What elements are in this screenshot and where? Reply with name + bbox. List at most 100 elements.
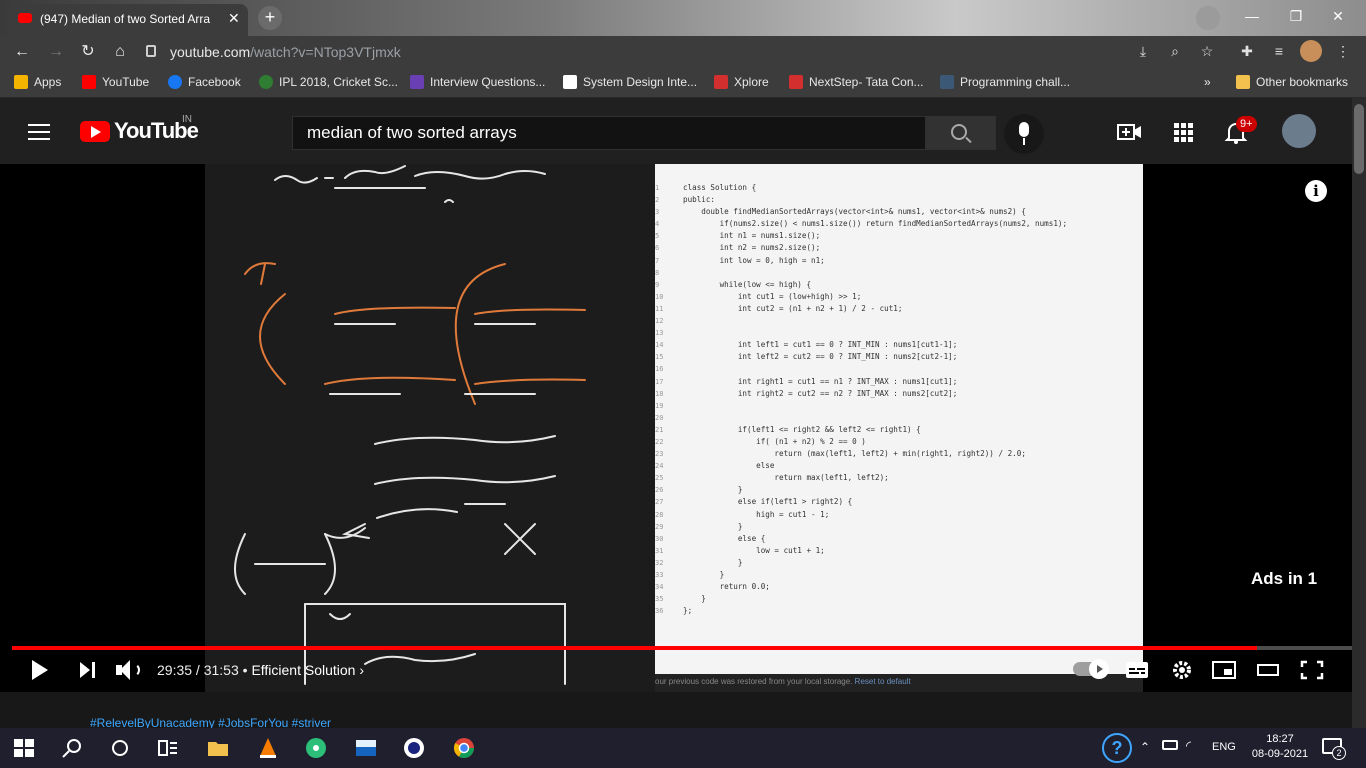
editor-code-line: int right1 = cut1 == n1 ? INT_MAX : nums… (683, 376, 958, 386)
cortana-icon[interactable] (108, 736, 132, 760)
chapter-chevron-icon[interactable]: › (359, 662, 364, 678)
help-icon[interactable]: ? (1102, 733, 1132, 763)
next-video-icon[interactable] (80, 662, 96, 678)
chapter-title[interactable]: Efficient Solution (251, 662, 355, 678)
editor-line-number: 12 (655, 317, 664, 326)
bookmark-system-design[interactable]: System Design Inte... (563, 75, 697, 89)
editor-line-number: 1 (655, 184, 660, 192)
editor-line-number: 20 (655, 413, 664, 422)
bookmark-star-icon[interactable]: ☆ (1196, 40, 1218, 62)
editor-line-number: 25 (655, 474, 664, 483)
miniplayer-icon[interactable] (1212, 660, 1236, 680)
tab-close-icon[interactable]: ✕ (228, 10, 240, 27)
voice-search-button[interactable] (1004, 114, 1044, 154)
autoplay-toggle[interactable] (1073, 659, 1109, 679)
youtube-header: YouTube IN median of two sorted arrays 9… (0, 98, 1366, 164)
tray-chevron-up-icon[interactable]: ⌃ (1140, 740, 1150, 754)
back-arrow-icon[interactable]: ← (10, 40, 34, 64)
reset-to-default-link[interactable]: Reset to default (855, 677, 911, 686)
browser-tab[interactable]: (947) Median of two Sorted Arra ✕ (8, 4, 248, 36)
profile-avatar-icon[interactable] (1300, 40, 1322, 62)
minimize-button[interactable]: — (1232, 2, 1272, 30)
bookmark-interview-questions[interactable]: Interview Questions... (410, 75, 545, 89)
restore-button[interactable]: ❐ (1276, 2, 1316, 30)
tcs-icon (789, 75, 803, 89)
editor-line-number: 13 (655, 329, 664, 338)
action-center-badge: 2 (1332, 746, 1346, 760)
editor-line-number: 7 (655, 256, 660, 265)
editor-line-number: 29 (655, 522, 664, 531)
search-input[interactable]: median of two sorted arrays (292, 116, 926, 150)
editor-line-number: 23 (655, 450, 664, 459)
wifi-icon[interactable]: ◜ (1186, 738, 1191, 754)
clock[interactable]: 18:27 08-09-2021 (1250, 732, 1310, 762)
editor-code-line: int low = 0, high = n1; (683, 255, 825, 265)
editor-code-line: while(low <= high) { (683, 279, 812, 289)
menu-kebab-icon[interactable]: ⋮ (1332, 40, 1354, 62)
bookmark-facebook[interactable]: Facebook (168, 75, 241, 89)
close-window-button[interactable]: ✕ (1318, 2, 1358, 30)
language-indicator[interactable]: ENG (1212, 741, 1236, 753)
editor-code-line (683, 315, 1143, 327)
chrome-icon[interactable] (452, 736, 476, 760)
editor-line-number: 10 (655, 292, 664, 301)
youtube-logo-icon[interactable] (80, 121, 110, 142)
zoom-icon[interactable]: ⌕ (1164, 40, 1186, 62)
battery-icon[interactable] (1162, 740, 1178, 750)
volume-icon[interactable] (116, 658, 142, 682)
search-query-text: median of two sorted arrays (307, 123, 517, 142)
file-explorer-icon[interactable] (206, 736, 230, 760)
create-video-icon[interactable] (1116, 120, 1144, 144)
forward-arrow-icon[interactable]: → (44, 40, 68, 64)
subtitles-icon[interactable] (1125, 660, 1149, 680)
bookmark-apps[interactable]: Apps (14, 75, 61, 89)
settings-gear-icon[interactable] (1170, 660, 1194, 680)
bookmarks-overflow-button[interactable]: » (1204, 75, 1211, 89)
editor-code-line: int left2 = cut2 == 0 ? INT_MIN : nums2[… (683, 352, 958, 362)
vlc-icon[interactable] (256, 736, 280, 760)
tab-title: (947) Median of two Sorted Arra (40, 12, 211, 26)
editor-code: class Solution {public: double findMedia… (683, 182, 1143, 617)
bookmark-programming[interactable]: Programming chall... (940, 75, 1070, 89)
task-view-icon[interactable] (156, 736, 180, 760)
app-m-icon[interactable] (402, 736, 426, 760)
home-icon[interactable]: ⌂ (108, 40, 132, 64)
play-icon[interactable] (32, 660, 48, 680)
windows-start-icon[interactable] (12, 736, 36, 760)
bookmark-nextstep[interactable]: NextStep- Tata Con... (789, 75, 924, 89)
avatar[interactable] (1282, 114, 1316, 148)
new-tab-button[interactable]: + (258, 6, 282, 30)
editor-line-numbers: 1 2 3 4 5 6 7 8 9 10 11 12 13 14 15 16 17 18 19 20 21 22 23 24 2… (655, 182, 679, 617)
atom-icon[interactable] (304, 736, 328, 760)
hamburger-menu-icon[interactable] (28, 124, 50, 140)
install-icon[interactable]: ⤓ (1132, 40, 1154, 62)
editor-code-line (683, 363, 1143, 375)
editor-code-line (683, 400, 1143, 412)
bookmark-ipl[interactable]: IPL 2018, Cricket Sc... (259, 75, 398, 89)
scrollbar-thumb[interactable] (1354, 104, 1364, 174)
editor-line-number: 28 (655, 510, 664, 519)
theater-mode-icon[interactable] (1256, 660, 1280, 680)
media-controls-icon[interactable]: ≡ (1268, 40, 1290, 62)
code-editor-panel: 1 2 3 4 5 6 7 8 9 10 11 12 13 14 15 16 17 18 19 20 21 22 23 24 2… (655, 164, 1143, 692)
reload-icon[interactable]: ↻ (76, 40, 100, 64)
other-bookmarks[interactable]: Other bookmarks (1236, 75, 1348, 89)
fullscreen-icon[interactable] (1300, 660, 1324, 680)
info-icon[interactable]: i (1305, 180, 1327, 202)
bookmark-xplore[interactable]: Xplore (714, 75, 769, 89)
video-player[interactable]: 1 2 3 4 5 6 7 8 9 10 11 12 13 14 15 16 17 18 19 20 21 22 23 24 2… (0, 164, 1366, 692)
editor-line-number: 31 (655, 546, 664, 555)
extensions-icon[interactable]: ✚ (1236, 40, 1258, 62)
bookmark-youtube[interactable]: YouTube (82, 75, 149, 89)
editor-code-line: int left1 = cut1 == 0 ? INT_MIN : nums1[… (683, 340, 958, 350)
search-button[interactable] (926, 116, 996, 150)
page-scrollbar[interactable] (1352, 98, 1366, 728)
dev-cpp-icon[interactable] (354, 736, 378, 760)
search-icon[interactable] (60, 736, 84, 760)
browser-profile-icon[interactable] (1196, 6, 1220, 30)
next-triangle (80, 662, 90, 678)
apps-grid-icon (14, 75, 28, 89)
apps-grid-icon[interactable] (1170, 120, 1198, 144)
address-bar[interactable]: youtube.com/watch?v=NTop3VTjmxk (140, 39, 1180, 65)
editor-line-number: 2 (655, 196, 660, 205)
